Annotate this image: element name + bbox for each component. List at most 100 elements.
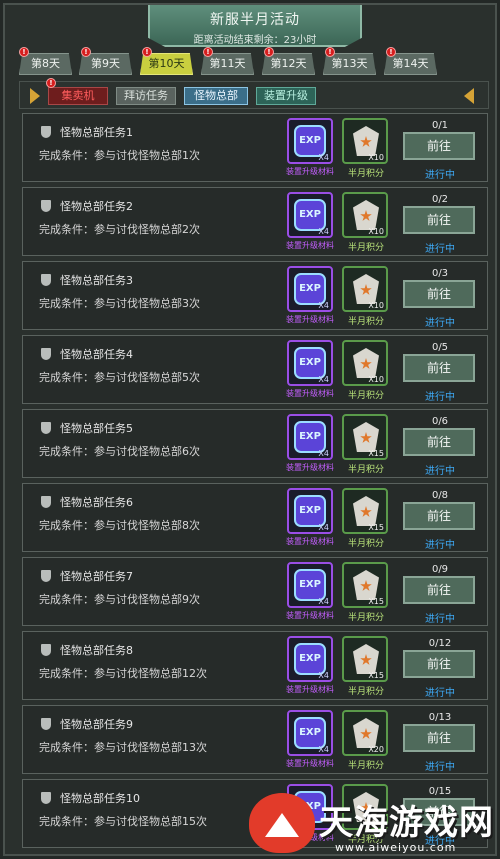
- shield-icon: [41, 718, 51, 730]
- tab-category-2[interactable]: 拜访任务: [116, 87, 176, 105]
- notification-badge: !: [81, 47, 91, 57]
- go-button[interactable]: 前往: [403, 280, 475, 308]
- half-month-points-icon[interactable]: X15: [342, 636, 388, 682]
- watermark-text: 天海游戏网: [319, 803, 494, 843]
- task-name: 怪物总部任务9: [60, 718, 133, 731]
- notification-badge: !: [203, 47, 213, 57]
- half-month-points-icon[interactable]: X10: [342, 266, 388, 312]
- shield-icon: [41, 126, 51, 138]
- exp-reward-icon[interactable]: EXP X4: [287, 562, 333, 608]
- go-button[interactable]: 前往: [403, 650, 475, 678]
- points-reward-label: 半月积分: [347, 169, 384, 179]
- watermark-logo-icon: [249, 793, 315, 853]
- event-banner: 新服半月活动 距离活动结束剩余：23小时: [148, 5, 362, 47]
- go-button[interactable]: 前往: [403, 724, 475, 752]
- half-month-points-icon[interactable]: X10: [342, 118, 388, 164]
- task-condition: 完成条件：参与讨伐怪物总部2次: [39, 223, 200, 236]
- exp-reward-label: 装置升级材料: [286, 315, 334, 324]
- points-quantity: X15: [368, 597, 384, 606]
- shield-icon: [41, 570, 51, 582]
- exp-reward-label: 装置升级材料: [286, 611, 334, 620]
- task-card: 怪物总部任务6 完成条件：参与讨伐怪物总部8次 EXP X4 装置升级材料 X1…: [22, 483, 488, 552]
- exp-reward-label: 装置升级材料: [286, 759, 334, 768]
- shield-icon: [41, 422, 51, 434]
- exp-reward-icon[interactable]: EXP X4: [287, 414, 333, 460]
- points-quantity: X15: [368, 523, 384, 532]
- half-month-points-icon[interactable]: X15: [342, 414, 388, 460]
- scroll-right-arrow-icon[interactable]: [464, 88, 474, 104]
- tab-category-3[interactable]: 怪物总部: [184, 87, 248, 105]
- task-card: 怪物总部任务4 完成条件：参与讨伐怪物总部5次 EXP X4 装置升级材料 X1…: [22, 335, 488, 404]
- points-reward-label: 半月积分: [347, 613, 384, 623]
- task-status: 进行中: [425, 762, 455, 773]
- half-month-points-icon[interactable]: X15: [342, 562, 388, 608]
- exp-quantity: X4: [318, 227, 329, 236]
- half-month-points-icon[interactable]: X10: [342, 192, 388, 238]
- points-reward-label: 半月积分: [347, 761, 384, 771]
- exp-reward-label: 装置升级材料: [286, 241, 334, 250]
- task-name: 怪物总部任务3: [60, 274, 133, 287]
- points-quantity: X10: [368, 227, 384, 236]
- exp-quantity: X4: [318, 523, 329, 532]
- tab-day-8[interactable]: 第8天: [19, 53, 72, 75]
- notification-badge: !: [46, 78, 56, 88]
- exp-quantity: X4: [318, 597, 329, 606]
- go-button[interactable]: 前往: [403, 428, 475, 456]
- half-month-points-icon[interactable]: X10: [342, 340, 388, 386]
- points-quantity: X15: [368, 671, 384, 680]
- task-condition: 完成条件：参与讨伐怪物总部9次: [39, 593, 200, 606]
- task-progress: 0/1: [431, 120, 449, 131]
- notification-badge: !: [19, 47, 29, 57]
- go-button[interactable]: 前往: [403, 354, 475, 382]
- task-condition: 完成条件：参与讨伐怪物总部1次: [39, 149, 200, 162]
- exp-quantity: X4: [318, 671, 329, 680]
- tab-category-4[interactable]: 装置升级: [256, 87, 316, 105]
- task-condition: 完成条件：参与讨伐怪物总部15次: [39, 815, 207, 828]
- task-status: 进行中: [425, 688, 455, 699]
- exp-reward-icon[interactable]: EXP X4: [287, 710, 333, 756]
- go-button[interactable]: 前往: [403, 206, 475, 234]
- scroll-left-arrow-icon[interactable]: [30, 88, 40, 104]
- task-progress: 0/13: [428, 712, 452, 723]
- half-month-points-icon[interactable]: X15: [342, 488, 388, 534]
- exp-reward-label: 装置升级材料: [286, 685, 334, 694]
- event-panel: 新服半月活动 距离活动结束剩余：23小时 第8天 ! 第9天 ! 第10天 ! …: [3, 3, 497, 856]
- notification-badge: !: [264, 47, 274, 57]
- task-card: 怪物总部任务7 完成条件：参与讨伐怪物总部9次 EXP X4 装置升级材料 X1…: [22, 557, 488, 626]
- task-card: 怪物总部任务5 完成条件：参与讨伐怪物总部6次 EXP X4 装置升级材料 X1…: [22, 409, 488, 478]
- exp-reward-icon[interactable]: EXP X4: [287, 488, 333, 534]
- half-month-points-icon[interactable]: X20: [342, 710, 388, 756]
- exp-reward-icon[interactable]: EXP X4: [287, 340, 333, 386]
- task-condition: 完成条件：参与讨伐怪物总部12次: [39, 667, 207, 680]
- task-condition: 完成条件：参与讨伐怪物总部3次: [39, 297, 200, 310]
- task-name: 怪物总部任务6: [60, 496, 133, 509]
- shield-icon: [41, 496, 51, 508]
- exp-reward-icon[interactable]: EXP X4: [287, 118, 333, 164]
- task-name: 怪物总部任务10: [60, 792, 140, 805]
- exp-reward-icon[interactable]: EXP X4: [287, 266, 333, 312]
- event-countdown: 距离活动结束剩余：23小时: [193, 35, 317, 46]
- task-status: 进行中: [425, 318, 455, 329]
- exp-reward-icon[interactable]: EXP X4: [287, 192, 333, 238]
- go-button[interactable]: 前往: [403, 132, 475, 160]
- exp-quantity: X4: [318, 153, 329, 162]
- tab-category-1[interactable]: 集卖机: [48, 87, 108, 105]
- day-tab-bar: 第8天 ! 第9天 ! 第10天 ! 第11天 ! 第12天 ! 第13天 ! …: [19, 47, 489, 75]
- exp-reward-icon[interactable]: EXP X4: [287, 636, 333, 682]
- task-name: 怪物总部任务8: [60, 644, 133, 657]
- points-quantity: X10: [368, 375, 384, 384]
- task-status: 进行中: [425, 392, 455, 403]
- task-condition: 完成条件：参与讨伐怪物总部13次: [39, 741, 207, 754]
- watermark-url: www.aiweiyou.com: [335, 841, 457, 854]
- go-button[interactable]: 前往: [403, 576, 475, 604]
- task-name: 怪物总部任务1: [60, 126, 133, 139]
- exp-quantity: X4: [318, 745, 329, 754]
- shield-icon: [41, 200, 51, 212]
- go-button[interactable]: 前往: [403, 502, 475, 530]
- task-status: 进行中: [425, 614, 455, 625]
- points-reward-label: 半月积分: [347, 243, 384, 253]
- task-card: 怪物总部任务3 完成条件：参与讨伐怪物总部3次 EXP X4 装置升级材料 X1…: [22, 261, 488, 330]
- shield-icon: [41, 792, 51, 804]
- notification-badge: !: [325, 47, 335, 57]
- event-title: 新服半月活动: [210, 12, 300, 28]
